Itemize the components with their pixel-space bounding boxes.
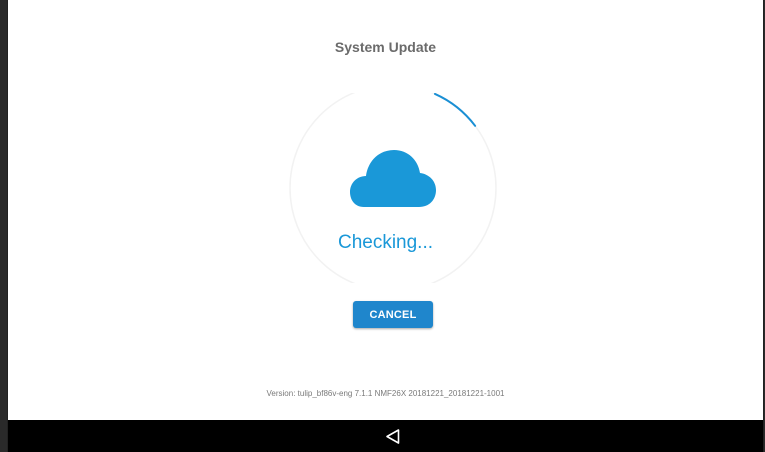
navigation-bar xyxy=(8,420,763,452)
back-triangle-icon[interactable] xyxy=(384,428,402,445)
page-title: System Update xyxy=(334,39,437,55)
cancel-button[interactable]: CANCEL xyxy=(353,301,433,328)
status-text: Checking... xyxy=(337,232,434,253)
system-update-screen: System Update Checking... CANCEL Version… xyxy=(7,0,764,452)
progress-arc xyxy=(434,93,477,127)
cloud-icon xyxy=(350,150,436,207)
version-info: Version: tulip_bf86v-eng 7.1.1 NMF26X 20… xyxy=(266,389,505,398)
